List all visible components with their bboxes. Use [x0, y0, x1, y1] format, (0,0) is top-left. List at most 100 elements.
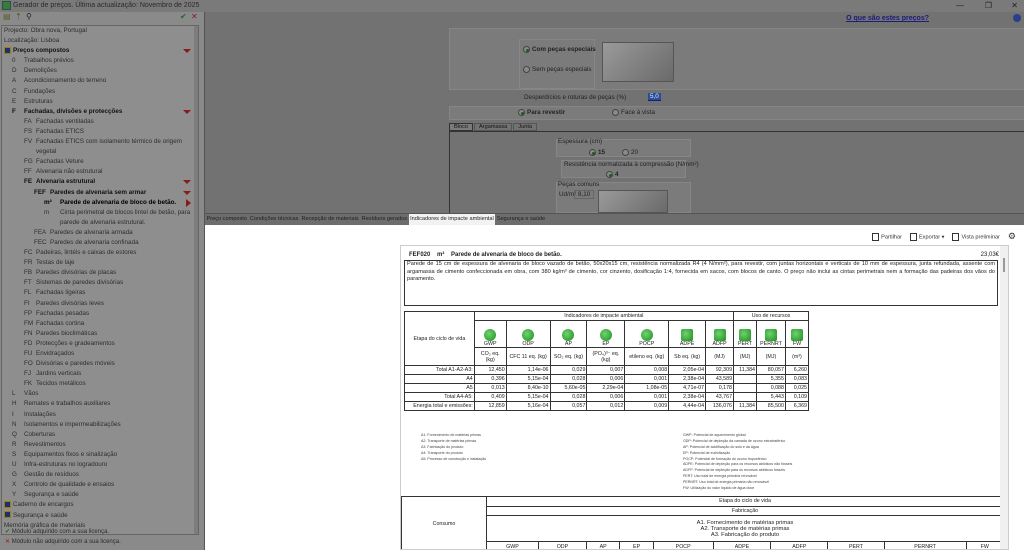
subtab-bloco[interactable]: Bloco	[449, 123, 473, 131]
tree-item[interactable]: 0 Trabalhos prévios	[2, 56, 198, 66]
tree-item[interactable]: FU Envidraçados	[2, 349, 198, 359]
settings-gear-icon[interactable]: ⚙	[1008, 231, 1016, 242]
tree-item[interactable]: FEF Paredes de alvenaria sem armar	[2, 188, 198, 198]
tree-item-label: Testas de laje	[36, 259, 75, 267]
tab-2[interactable]: Recepção de materiais	[300, 214, 360, 225]
radio-special-on[interactable]: Com peças especiais	[523, 46, 596, 53]
tree-item[interactable]: D Demolições	[2, 66, 198, 76]
expand-down-icon[interactable]	[183, 180, 191, 185]
tree-item[interactable]: Caderno de encargos	[2, 500, 198, 510]
tree-item[interactable]: FJ Jardins verticais	[2, 369, 198, 379]
tree-item[interactable]: N Isolamentos e impermeabilizações	[2, 420, 198, 430]
tree-item[interactable]: I Instalações	[2, 410, 198, 420]
tree-item[interactable]: Q Coberturas	[2, 430, 198, 440]
tree-item-label: Paredes bioclimáticas	[36, 329, 98, 337]
tree-scrollbar[interactable]	[194, 26, 198, 534]
help-link[interactable]: O que são estes preços?	[846, 15, 929, 22]
subtab-argamassa[interactable]: Argamassa	[474, 123, 513, 131]
minimize-button[interactable]: —	[956, 1, 964, 10]
tree-item-code: FN	[24, 329, 33, 337]
tree-item[interactable]: FI Paredes divisórias leves	[2, 299, 198, 309]
common-pieces-input[interactable]: 8,10	[574, 190, 595, 199]
share-button[interactable]: Partilhar	[872, 232, 902, 241]
consumption-stage: Etapa do ciclo de vida	[486, 496, 1004, 507]
tree-item-code: E	[12, 97, 17, 105]
help-icon[interactable]	[1013, 14, 1021, 22]
document-scrollbar[interactable]	[1000, 246, 1008, 549]
tree-item[interactable]: FP Fachadas pesadas	[2, 309, 198, 319]
tree-item[interactable]: E Estruturas	[2, 97, 198, 107]
value-cell: 1,14e-06	[505, 365, 551, 375]
tree-item[interactable]: FB Paredes divisórias de placas	[2, 268, 198, 278]
consumption-indicator: ADFP	[770, 541, 829, 549]
tree-item[interactable]: F Fachadas, divisões e protecções	[2, 107, 198, 117]
tree-item[interactable]: FEA Paredes de alvenaria armada	[2, 228, 198, 238]
tree-item[interactable]: m² Parede de alvenaria de bloco de betão.	[2, 198, 198, 208]
tree-item[interactable]: FO Divisórias e paredes móveis	[2, 359, 198, 369]
tab-3[interactable]: Resíduos gerados	[360, 214, 408, 225]
radio-resistance-4[interactable]: 4	[606, 171, 619, 178]
tree-item-label: Padeiras, lintéis e caixas de estores	[36, 249, 137, 257]
tree-item[interactable]: parede de alvenaria estrutural.	[2, 218, 198, 228]
tab-0[interactable]: Preço composto	[205, 214, 248, 225]
check-icon[interactable]: ✔	[180, 12, 187, 21]
tree-item[interactable]: FN Paredes bioclimáticas	[2, 329, 198, 339]
tree-item[interactable]: m Cinta perimetral de blocos lintel de be…	[2, 208, 198, 218]
tree-item[interactable]: X Controlo de qualidade e ensaios	[2, 480, 198, 490]
tree-view-icon[interactable]: ▤	[3, 12, 11, 21]
tree-item[interactable]: FD Protecções e gradeamentos	[2, 339, 198, 349]
tree-item[interactable]: FV Fachadas ETICS com isolamento térmico …	[2, 137, 198, 147]
up-level-icon[interactable]: ⇡	[15, 12, 22, 21]
preview-button[interactable]: Vista preliminar	[952, 232, 1000, 241]
tree-item[interactable]: C Fundações	[2, 87, 198, 97]
tree-item[interactable]: FA Fachadas ventiladas	[2, 117, 198, 127]
subtab-junta[interactable]: Junta	[513, 123, 537, 131]
tree-item[interactable]: A Acondicionamento do terreno	[2, 76, 198, 86]
tree-item[interactable]: vegetal	[2, 147, 198, 157]
value-cell: 0,083	[784, 374, 810, 384]
maximize-button[interactable]: ❐	[985, 1, 992, 10]
tree-item[interactable]: FM Fachadas cortina	[2, 319, 198, 329]
tree-item[interactable]: Segurança e saúde	[2, 511, 198, 521]
tree-item[interactable]: S Equipamentos fixos e sinalização	[2, 450, 198, 460]
close-icon[interactable]: ✕	[191, 12, 198, 21]
tree-item[interactable]: L Vãos	[2, 389, 198, 399]
radio-finish-render[interactable]: Para revestir	[518, 109, 565, 116]
binoculars-icon[interactable]: ⚲	[26, 12, 32, 21]
radio-finish-exposed[interactable]: Face à vista	[612, 109, 655, 116]
export-button[interactable]: Exportar ▾	[909, 232, 944, 241]
expand-down-icon[interactable]	[183, 190, 191, 195]
tree-item[interactable]: Y Segurança e saúde	[2, 490, 198, 500]
tree-item-label: Protecções e gradeamentos	[36, 339, 115, 347]
tree-item[interactable]: H Remates e trabalhos auxiliares	[2, 399, 198, 409]
tree-item[interactable]: FF Alvenaria não estrutural	[2, 167, 198, 177]
tree-item[interactable]: FR Testas de laje	[2, 258, 198, 268]
tree-item[interactable]: FS Fachadas ETICS	[2, 127, 198, 137]
radio-thickness-15[interactable]: 15	[589, 149, 605, 156]
tree-item[interactable]: R Revestimentos	[2, 440, 198, 450]
expand-down-icon[interactable]	[183, 109, 191, 114]
value-cell: 2,05e-04	[668, 365, 707, 375]
expand-right-icon[interactable]	[186, 198, 191, 207]
value-cell: 0,025	[784, 383, 810, 393]
tree-item[interactable]: G Gestão de resíduos	[2, 470, 198, 480]
tab-5[interactable]: Segurança e saúde	[495, 214, 547, 225]
tree-item[interactable]: U Infra-estruturas no logradouro	[2, 460, 198, 470]
tree-item[interactable]: Preços compostos	[2, 46, 198, 56]
tab-1[interactable]: Condições técnicas	[248, 214, 300, 225]
radio-thickness-20[interactable]: 20	[622, 149, 638, 156]
tree-item-label: Segurança e saúde	[24, 491, 79, 499]
tree-item[interactable]: FK Tecidos metálicos	[2, 379, 198, 389]
tab-4[interactable]: Indicadores de impacte ambiental	[408, 214, 496, 225]
waste-input[interactable]: 5,0	[648, 93, 661, 101]
tree-item[interactable]: FC Padeiras, lintéis e caixas de estores	[2, 248, 198, 258]
radio-special-off[interactable]: Sem peças especiais	[523, 66, 592, 73]
tree-item[interactable]: FE Alvenaria estrutural	[2, 177, 198, 187]
tree-item[interactable]: FL Fachadas ligeiras	[2, 288, 198, 298]
tree-item[interactable]: FEC Paredes de alvenaria confinada	[2, 238, 198, 248]
close-button[interactable]: ✕	[1011, 1, 1018, 10]
expand-down-icon[interactable]	[183, 49, 191, 54]
share-icon	[872, 232, 880, 241]
tree-item[interactable]: FT Sistemas de paredes divisórias	[2, 278, 198, 288]
tree-item[interactable]: FG Fachadas Veture	[2, 157, 198, 167]
